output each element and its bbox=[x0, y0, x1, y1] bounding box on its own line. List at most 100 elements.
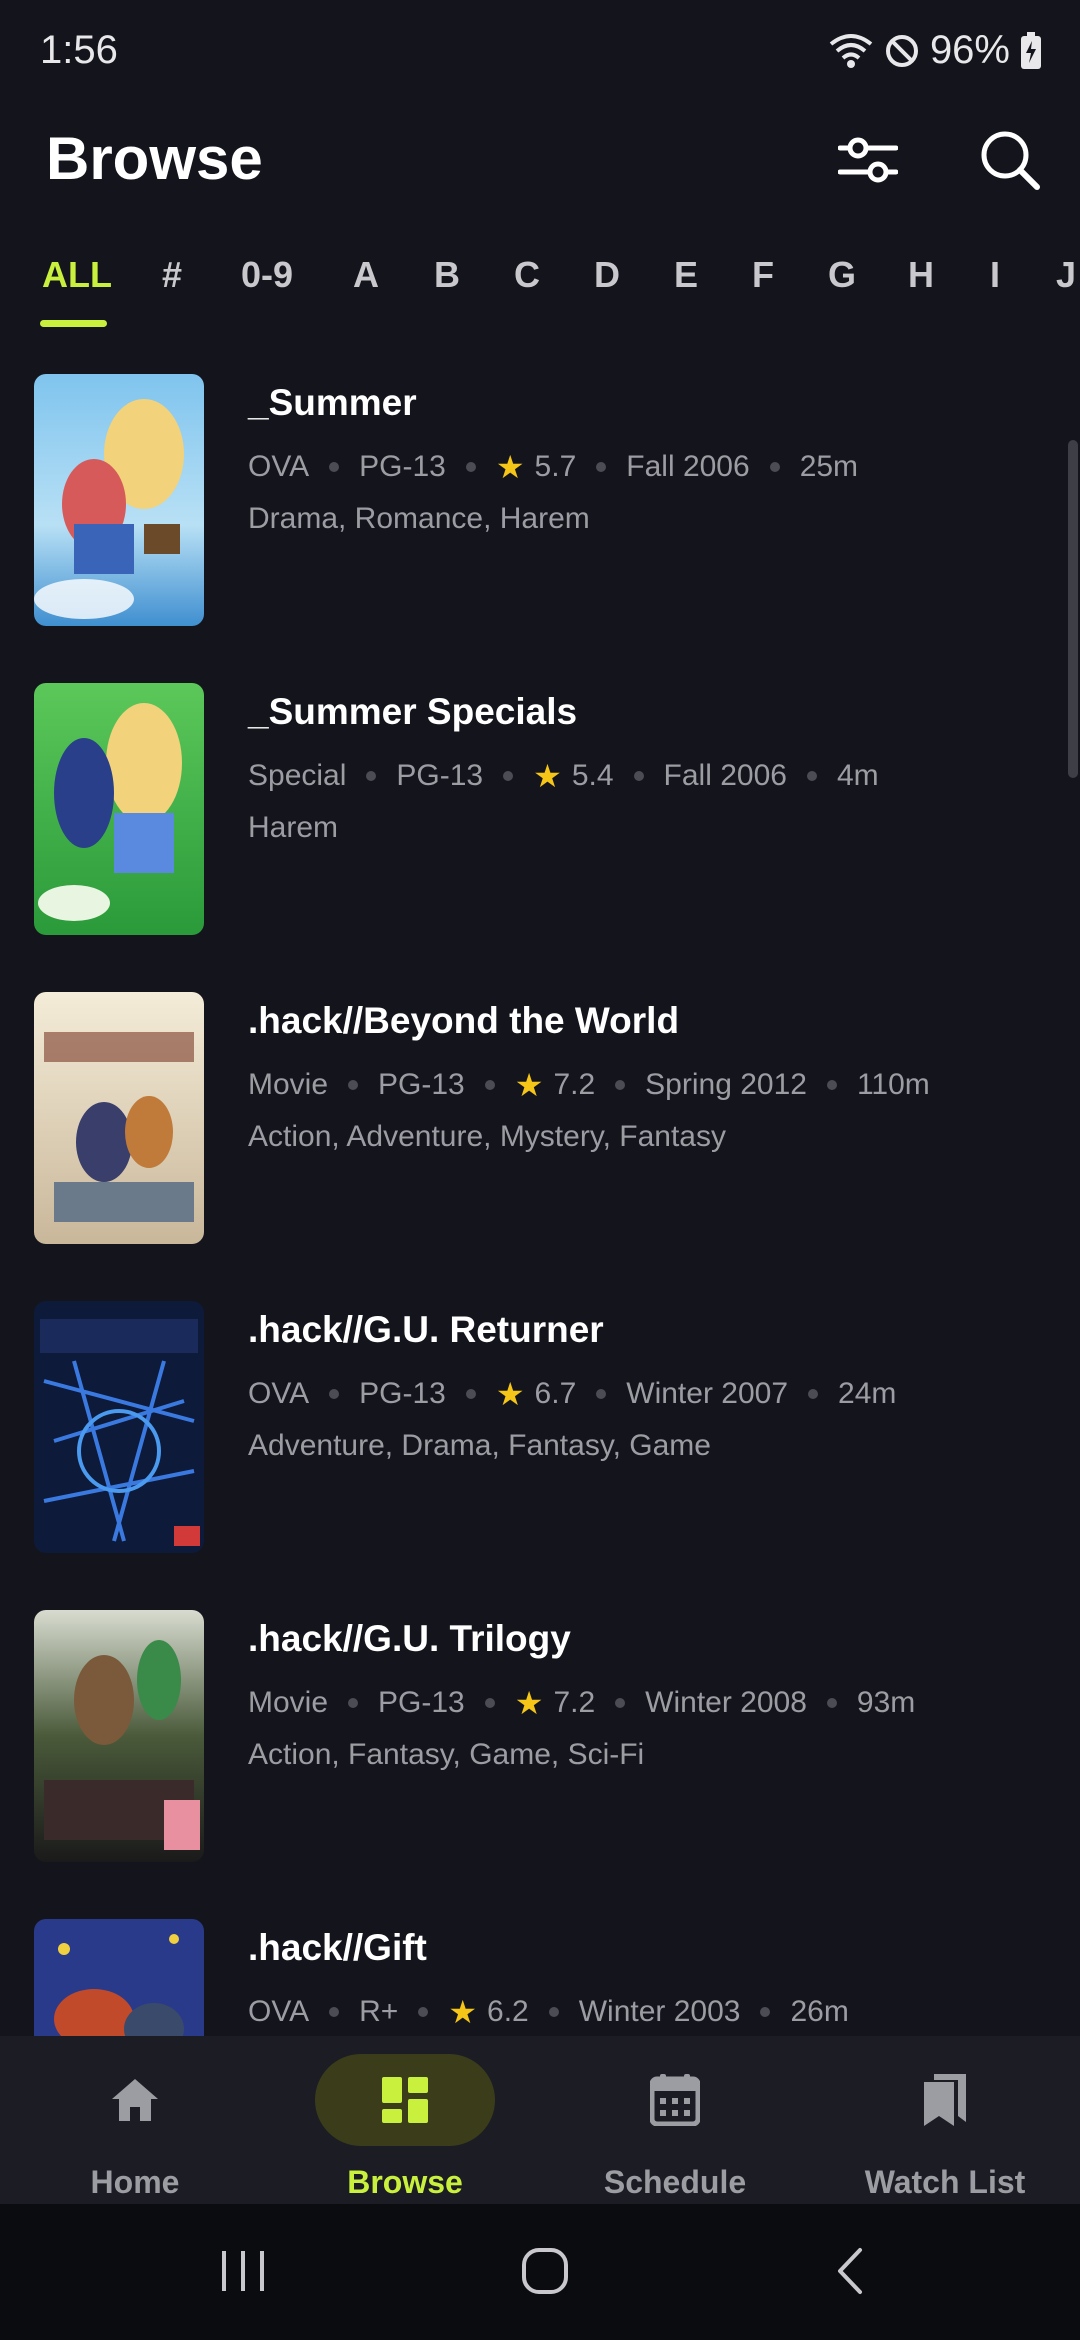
active-tab-indicator bbox=[40, 320, 107, 327]
item-type: OVA bbox=[248, 450, 310, 483]
item-score: 6.7 bbox=[534, 1377, 577, 1410]
list-item[interactable]: .hack//G.U. Returner OVA PG-13 ★ 6.7 Wint… bbox=[0, 1267, 1080, 1576]
system-navigation-bar bbox=[0, 2204, 1080, 2340]
nav-item-schedule[interactable]: Schedule bbox=[540, 2036, 810, 2204]
alphabet-tab-e[interactable]: E bbox=[674, 254, 698, 296]
item-type: OVA bbox=[248, 1995, 310, 2028]
poster-image bbox=[34, 1301, 204, 1553]
item-duration: 93m bbox=[856, 1686, 916, 1719]
scrollbar[interactable] bbox=[1068, 440, 1078, 778]
separator-dot bbox=[465, 1389, 476, 1399]
search-icon bbox=[979, 129, 1041, 196]
calendar-icon bbox=[645, 2070, 705, 2130]
search-button[interactable] bbox=[970, 122, 1050, 202]
alphabet-tab-j[interactable]: J bbox=[1056, 254, 1076, 296]
item-rating: R+ bbox=[359, 1995, 399, 2028]
filter-icon bbox=[837, 134, 899, 191]
item-title: .hack//Gift bbox=[248, 1927, 427, 1968]
separator-dot bbox=[806, 771, 817, 781]
list-item[interactable]: .hack//Gift OVA R+ ★ 6.2 Winter 2003 26m bbox=[0, 1885, 1080, 2036]
list-item[interactable]: _Summer OVA PG-13 ★ 5.7 Fall 2006 25m Dra… bbox=[0, 340, 1080, 649]
alphabet-tab-d[interactable]: D bbox=[594, 254, 620, 296]
status-icons: 96% bbox=[828, 28, 1042, 73]
star-icon: ★ bbox=[514, 1685, 544, 1721]
item-type: OVA bbox=[248, 1377, 310, 1410]
item-score: 6.2 bbox=[487, 1995, 529, 2028]
back-chevron-icon bbox=[834, 2247, 864, 2300]
alphabet-tab-b[interactable]: B bbox=[434, 254, 460, 296]
recent-apps-button[interactable] bbox=[198, 2228, 288, 2318]
item-duration: 24m bbox=[838, 1377, 897, 1410]
item-duration: 4m bbox=[836, 759, 879, 792]
nav-label: Browse bbox=[347, 2164, 463, 2200]
poster-image bbox=[34, 683, 204, 935]
nav-item-browse[interactable]: Browse bbox=[270, 2036, 540, 2204]
separator-dot bbox=[484, 1080, 495, 1090]
item-type: Special bbox=[248, 759, 347, 792]
star-icon: ★ bbox=[495, 1376, 525, 1412]
anime-list: _Summer OVA PG-13 ★ 5.7 Fall 2006 25m Dra… bbox=[0, 340, 1080, 2036]
item-duration: 110m bbox=[856, 1068, 930, 1101]
separator-dot bbox=[329, 2007, 340, 2017]
item-rating: PG-13 bbox=[378, 1686, 465, 1719]
item-meta: OVA PG-13 ★ 5.7 Fall 2006 25m bbox=[248, 448, 858, 486]
nav-label: Schedule bbox=[603, 2164, 747, 2200]
alphabet-tab-c[interactable]: C bbox=[514, 254, 540, 296]
list-item[interactable]: .hack//Beyond the World Movie PG-13 ★ 7.2… bbox=[0, 958, 1080, 1267]
separator-dot bbox=[808, 1389, 819, 1399]
nav-item-watch-list[interactable]: Watch List bbox=[810, 2036, 1080, 2204]
separator-dot bbox=[760, 2007, 771, 2017]
item-rating: PG-13 bbox=[359, 1377, 446, 1410]
filter-button[interactable] bbox=[828, 122, 908, 202]
item-type: Movie bbox=[248, 1686, 329, 1719]
item-duration: 25m bbox=[799, 450, 859, 483]
battery-level: 96% bbox=[929, 28, 1010, 72]
separator-dot bbox=[366, 771, 377, 781]
separator-dot bbox=[596, 1389, 607, 1399]
item-meta: OVA R+ ★ 6.2 Winter 2003 26m bbox=[248, 1993, 849, 2031]
home-circle-icon bbox=[521, 2247, 569, 2300]
alphabet-tab-h[interactable]: H bbox=[908, 254, 934, 296]
item-season: Winter 2008 bbox=[645, 1686, 807, 1719]
home-system-button[interactable] bbox=[500, 2228, 590, 2318]
item-genres: Action, Adventure, Mystery, Fantasy bbox=[248, 1120, 726, 1153]
alphabet-filter-bar: ALL # 0-9 A B C D E F G H I J bbox=[0, 240, 1080, 340]
list-item[interactable]: _Summer Specials Special PG-13 ★ 5.4 Fall… bbox=[0, 649, 1080, 958]
separator-dot bbox=[329, 1389, 340, 1399]
item-meta: OVA PG-13 ★ 6.7 Winter 2007 24m bbox=[248, 1375, 896, 1413]
item-title: .hack//Beyond the World bbox=[248, 1000, 680, 1041]
do-not-disturb-icon bbox=[884, 33, 920, 69]
item-meta: Movie PG-13 ★ 7.2 Winter 2008 93m bbox=[248, 1684, 915, 1722]
separator-dot bbox=[615, 1080, 626, 1090]
alphabet-tab-hash[interactable]: # bbox=[162, 254, 182, 296]
alphabet-tab-i[interactable]: I bbox=[990, 254, 1000, 296]
item-season: Fall 2006 bbox=[626, 450, 750, 483]
separator-dot bbox=[418, 2007, 429, 2017]
item-season: Winter 2003 bbox=[578, 1995, 741, 2028]
status-bar: 1:56 96% bbox=[0, 0, 1080, 104]
item-meta: Movie PG-13 ★ 7.2 Spring 2012 110m bbox=[248, 1066, 930, 1104]
list-item[interactable]: .hack//G.U. Trilogy Movie PG-13 ★ 7.2 Win… bbox=[0, 1576, 1080, 1885]
alphabet-tab-g[interactable]: G bbox=[828, 254, 856, 296]
item-genres: Drama, Romance, Harem bbox=[248, 502, 590, 535]
item-score: 5.4 bbox=[571, 759, 614, 792]
item-type: Movie bbox=[248, 1068, 329, 1101]
alphabet-tab-0-9[interactable]: 0-9 bbox=[241, 254, 293, 296]
grid-icon bbox=[375, 2070, 435, 2130]
nav-item-home[interactable]: Home bbox=[0, 2036, 270, 2204]
alphabet-tab-all[interactable]: ALL bbox=[42, 254, 112, 296]
alphabet-tab-a[interactable]: A bbox=[353, 254, 379, 296]
separator-dot bbox=[548, 2007, 559, 2017]
recent-apps-icon bbox=[220, 2249, 266, 2298]
star-icon: ★ bbox=[495, 449, 525, 485]
alphabet-tab-f[interactable]: F bbox=[752, 254, 774, 296]
separator-dot bbox=[348, 1698, 359, 1708]
battery-icon bbox=[1020, 31, 1042, 70]
item-title: .hack//G.U. Returner bbox=[248, 1309, 604, 1350]
poster-image bbox=[34, 374, 204, 626]
poster-image bbox=[34, 1610, 204, 1862]
back-button[interactable] bbox=[804, 2228, 894, 2318]
separator-dot bbox=[465, 462, 476, 472]
separator-dot bbox=[633, 771, 644, 781]
item-season: Winter 2007 bbox=[626, 1377, 789, 1410]
